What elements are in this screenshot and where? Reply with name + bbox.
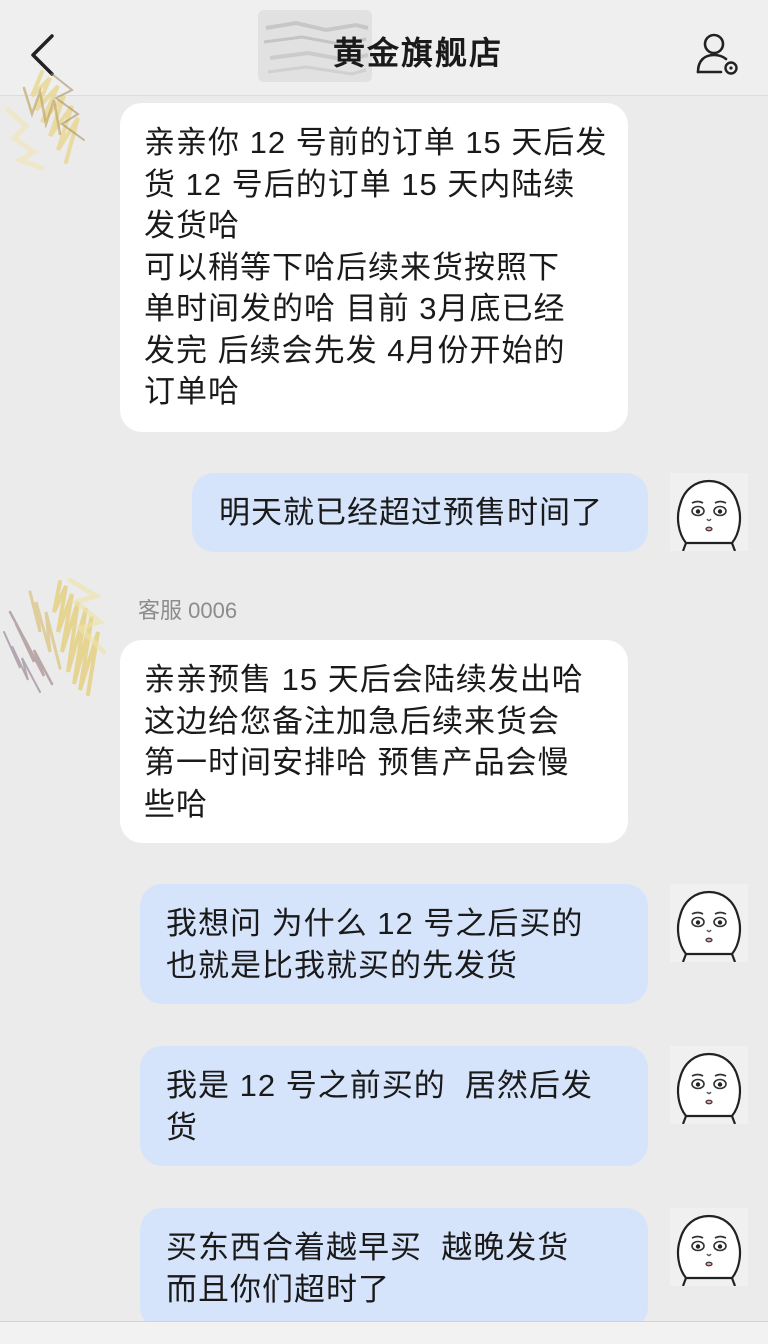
message-text: 我想问 为什么 12 号之后买的 bbox=[166, 906, 584, 941]
message-bubble-incoming[interactable]: 亲亲预售 15 天后会陆续发出哈 这边给您备注加急后续来货会 第一时间安排哈 预… bbox=[120, 640, 628, 843]
message-text: 我是 12 号之前买的 居然后发 bbox=[166, 1068, 593, 1103]
message-bubble-incoming[interactable]: 亲亲你 12 号前的订单 15 天后发 货 12 号后的订单 15 天内陆续 发… bbox=[120, 103, 628, 432]
message-text: 这边给您备注加急后续来货会 bbox=[144, 703, 560, 739]
message-text: 而且你们超时了 bbox=[166, 1271, 390, 1307]
message-bubble-outgoing[interactable]: 买东西合着越早买 越晚发货 而且你们超时了 bbox=[140, 1208, 648, 1329]
my-avatar[interactable] bbox=[670, 1208, 748, 1286]
input-bar[interactable] bbox=[0, 1321, 768, 1344]
agent-avatar-redacted[interactable] bbox=[2, 66, 102, 171]
message-bubble-outgoing[interactable]: 我想问 为什么 12 号之后买的 也就是比我就买的先发货 bbox=[140, 884, 648, 1004]
message-text: 些哈 bbox=[144, 786, 208, 822]
user-settings-icon bbox=[696, 33, 738, 75]
message-text: 货 bbox=[166, 1109, 198, 1145]
my-avatar[interactable] bbox=[670, 1046, 748, 1124]
message-text: 亲亲你 12 号前的订单 15 天后发 bbox=[144, 125, 608, 160]
message-text: 订单哈 bbox=[144, 374, 240, 409]
my-avatar[interactable] bbox=[670, 884, 748, 962]
message-bubble-outgoing[interactable]: 我是 12 号之前买的 居然后发 货 bbox=[140, 1046, 648, 1166]
message-text: 明天就已经超过预售时间了 bbox=[219, 495, 603, 530]
sender-label: 客服 0006 bbox=[138, 598, 238, 623]
message-text: 亲亲预售 15 天后会陆续发出哈 bbox=[144, 662, 584, 697]
message-text: 货 12 号后的订单 15 天内陆续 bbox=[144, 166, 576, 202]
chat-screen: 黄金旗舰店 亲亲你 12 号前的订单 15 天后发 货 12 号后的订单 15 … bbox=[0, 0, 768, 1344]
profile-button[interactable] bbox=[694, 30, 742, 78]
message-text: 买东西合着越早买 越晚发货 bbox=[166, 1230, 570, 1265]
message-bubble-outgoing[interactable]: 明天就已经超过预售时间了 bbox=[192, 473, 648, 552]
my-avatar[interactable] bbox=[670, 473, 748, 551]
message-text: 单时间发的哈 目前 3月底已经 bbox=[144, 291, 566, 326]
message-text: 第一时间安排哈 预售产品会慢 bbox=[144, 745, 570, 780]
message-text: 也就是比我就买的先发货 bbox=[166, 947, 518, 983]
chat-title: 黄金旗舰店 bbox=[333, 35, 504, 71]
message-text: 可以稍等下哈后续来货按照下 bbox=[144, 249, 560, 285]
agent-avatar-redacted[interactable] bbox=[0, 572, 110, 704]
message-text: 发完 后续会先发 4月份开始的 bbox=[144, 332, 566, 368]
chat-header: 黄金旗舰店 bbox=[0, 0, 768, 96]
message-text: 发货哈 bbox=[144, 208, 240, 243]
